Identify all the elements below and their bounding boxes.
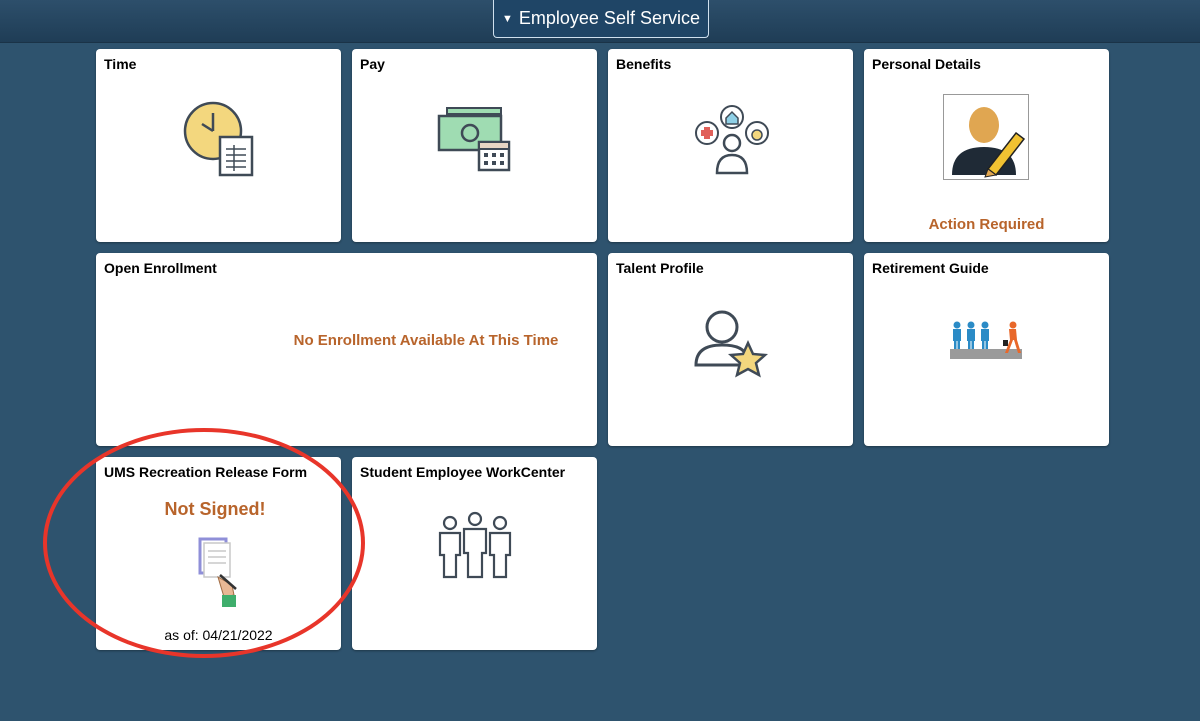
tile-title: Benefits (616, 56, 672, 72)
tile-benefits[interactable]: Benefits (608, 49, 853, 242)
benefits-people-icon (695, 105, 769, 175)
tile-title: Time (104, 56, 137, 72)
clock-timesheet-icon (183, 101, 254, 177)
signing-document-icon (198, 537, 237, 607)
tile-title: Pay (360, 56, 385, 72)
tile-title: Open Enrollment (104, 260, 217, 276)
retirement-walk-icon (950, 321, 1022, 359)
tile-pay[interactable]: Pay (352, 49, 597, 242)
tile-student-employee-workcenter[interactable]: Student Employee WorkCenter (352, 457, 597, 650)
homepage-title: Employee Self Service (518, 8, 700, 28)
tile-retirement-guide[interactable]: Retirement Guide (864, 253, 1109, 446)
tile-ums-recreation-release-form[interactable]: UMS Recreation Release Form Not Signed! … (96, 457, 341, 650)
group-people-icon (438, 511, 512, 579)
tile-time[interactable]: Time (96, 49, 341, 242)
tile-personal-details[interactable]: Personal Details Action Required (864, 49, 1109, 242)
top-banner: ▼ Employee Self Service (0, 0, 1200, 43)
tile-open-enrollment[interactable]: Open Enrollment No Enrollment Available … (96, 253, 597, 446)
caret-down-icon: ▼ (502, 12, 513, 25)
as-of-date: as of: 04/21/2022 (164, 627, 273, 643)
not-signed-status: Not Signed! (164, 499, 266, 519)
money-calendar-icon (437, 107, 511, 172)
tile-talent-profile[interactable]: Talent Profile (608, 253, 853, 446)
tile-title: Talent Profile (616, 260, 704, 276)
tile-title: Personal Details (872, 56, 981, 72)
tile-title: Retirement Guide (872, 260, 989, 276)
person-star-icon (694, 310, 769, 378)
tile-title: UMS Recreation Release Form (104, 464, 308, 480)
tile-title: Student Employee WorkCenter (360, 464, 566, 480)
person-pencil-icon (943, 94, 1029, 180)
enrollment-status: No Enrollment Available At This Time (293, 332, 559, 349)
homepage-selector-button[interactable]: ▼ Employee Self Service (493, 0, 709, 38)
action-required-status: Action Required (928, 216, 1045, 233)
